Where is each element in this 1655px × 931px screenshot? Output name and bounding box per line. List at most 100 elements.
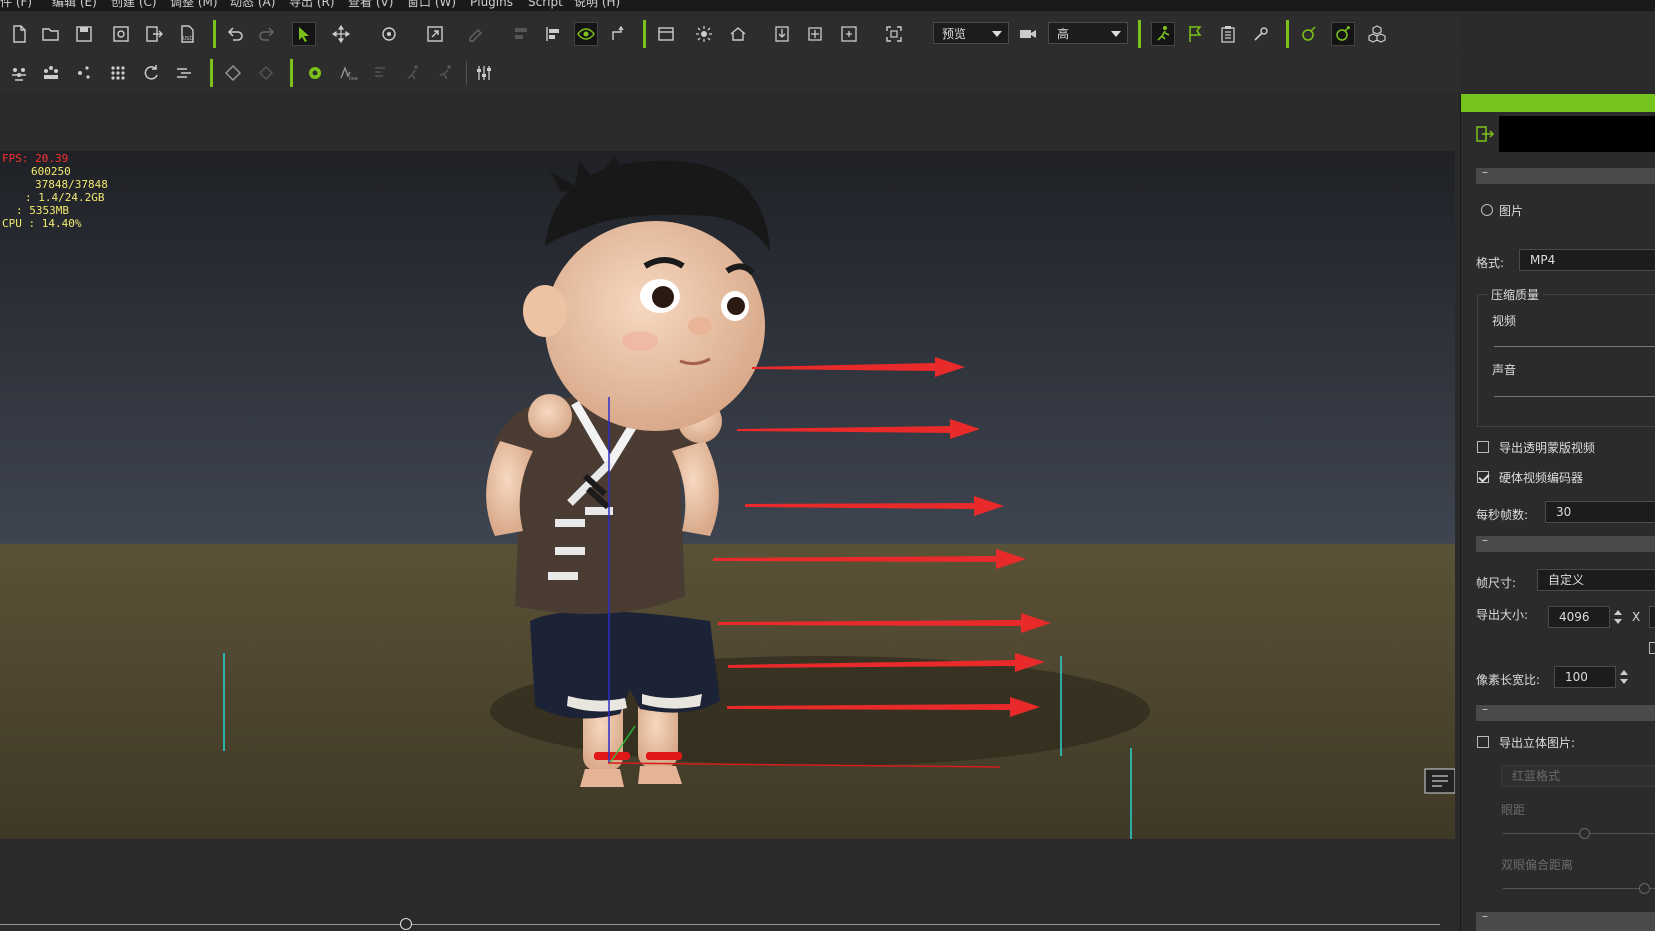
panel-header-bar: [1461, 94, 1655, 112]
new-file-icon[interactable]: [8, 23, 30, 45]
rotate-tool-icon[interactable]: [378, 23, 400, 45]
chevron-down-icon: [1111, 31, 1121, 37]
pixel-ratio-spinner[interactable]: [1619, 666, 1629, 688]
scatter-points-icon[interactable]: [73, 62, 95, 84]
pixel-ratio-input[interactable]: 100: [1554, 666, 1616, 688]
quality-dropdown[interactable]: 高: [1048, 22, 1128, 44]
visibility-eye-icon[interactable]: [574, 22, 598, 46]
pick-tool-icon[interactable]: [1250, 23, 1272, 45]
home-icon[interactable]: [727, 23, 749, 45]
walk-disabled-icon[interactable]: [403, 62, 425, 84]
menu-script[interactable]: Script: [528, 0, 563, 9]
grid-array-icon[interactable]: [107, 62, 129, 84]
3d-viewport[interactable]: [0, 151, 1455, 839]
import-icon[interactable]: [143, 23, 165, 45]
menu-view[interactable]: 查看 (V): [348, 0, 393, 9]
menu-export[interactable]: 导出 (R): [289, 0, 335, 9]
usd-export-icon[interactable]: USD: [176, 23, 198, 45]
export-alpha-checkbox[interactable]: [1477, 441, 1489, 453]
frame-size-dropdown[interactable]: 自定义: [1537, 569, 1655, 591]
comment-icon[interactable]: [1424, 768, 1455, 794]
eye-offset-slider[interactable]: [1503, 888, 1655, 889]
menu-window[interactable]: 窗口 (W): [407, 0, 456, 9]
image-radio-label: 图片: [1499, 204, 1524, 218]
format-value: MP4: [1530, 253, 1556, 267]
pivot-icon[interactable]: [608, 23, 630, 45]
section-collapse-bar[interactable]: –: [1476, 533, 1655, 552]
chevron-down-icon: [992, 31, 1002, 37]
menu-help[interactable]: 说明 (H): [574, 0, 620, 9]
fit-view-icon[interactable]: [883, 23, 905, 45]
flag-icon[interactable]: [1184, 23, 1206, 45]
toolbar-separator: [466, 61, 467, 85]
align-icon[interactable]: [542, 23, 564, 45]
section-collapse-bar[interactable]: –: [1476, 702, 1655, 721]
timeline-handle[interactable]: [400, 918, 412, 930]
frame-object-icon[interactable]: [838, 23, 860, 45]
image-radio[interactable]: [1481, 204, 1493, 216]
align-disabled-icon[interactable]: [510, 23, 532, 45]
project-settings-icon[interactable]: [110, 23, 132, 45]
group-people-icon[interactable]: [40, 62, 62, 84]
width-spinner[interactable]: [1613, 606, 1623, 628]
audio-quality-slider[interactable]: [1494, 396, 1655, 397]
redo-icon[interactable]: [256, 23, 278, 45]
menu-animation[interactable]: 动态 (A): [230, 0, 275, 9]
keyframe-disabled-icon[interactable]: [255, 62, 277, 84]
motion-disabled-icon[interactable]: [370, 62, 392, 84]
menu-modify[interactable]: 调整 (M): [170, 0, 218, 9]
arrow: [737, 419, 980, 439]
cubes-icon[interactable]: [1366, 23, 1388, 45]
export-width-input[interactable]: 4096: [1548, 606, 1610, 628]
menu-create[interactable]: 创建 (C): [111, 0, 157, 9]
scale-tool-icon[interactable]: [424, 23, 446, 45]
path-icon[interactable]: [173, 62, 195, 84]
eye-offset-handle[interactable]: [1639, 883, 1650, 894]
format-dropdown[interactable]: MP4: [1519, 249, 1655, 271]
toolbar-separator: [1286, 20, 1289, 48]
fps-readout: FPS: 20.39: [2, 152, 69, 165]
menu-file[interactable]: 件 (F): [0, 0, 32, 9]
export-icon[interactable]: [1475, 124, 1495, 144]
save-icon[interactable]: [73, 23, 95, 45]
fps-input[interactable]: 30: [1545, 501, 1655, 523]
main-toolbar: USD 预览 高: [0, 16, 1460, 52]
stereo-checkbox[interactable]: [1477, 736, 1489, 748]
crowd-icon[interactable]: [8, 62, 30, 84]
section-collapse-bar[interactable]: –: [1476, 165, 1655, 184]
viewport-layout-icon[interactable]: [655, 23, 677, 45]
size-x-label: X: [1632, 610, 1641, 624]
hw-encoder-checkbox[interactable]: [1477, 471, 1489, 483]
format-label: 格式:: [1476, 256, 1505, 270]
light-icon[interactable]: [693, 23, 715, 45]
move-tool-icon[interactable]: [330, 23, 352, 45]
refresh-icon[interactable]: [140, 62, 162, 84]
run-disabled-icon[interactable]: [436, 62, 458, 84]
section-collapse-bar[interactable]: –: [1476, 909, 1655, 931]
pixel-ratio-label: 像素长宽比:: [1476, 673, 1541, 687]
undo-icon[interactable]: [224, 23, 246, 45]
menu-edit[interactable]: 编辑 (E): [52, 0, 97, 9]
timeline-track[interactable]: [0, 924, 1440, 925]
drop-to-floor-icon[interactable]: [771, 23, 793, 45]
video-quality-slider[interactable]: [1494, 346, 1655, 347]
soft-cloth-icon[interactable]: [1331, 22, 1355, 46]
record-icon[interactable]: [304, 62, 326, 84]
eye-distance-handle[interactable]: [1579, 828, 1590, 839]
snap-icon[interactable]: [804, 23, 826, 45]
character-animation-icon[interactable]: [1151, 22, 1175, 46]
camera-icon[interactable]: [1017, 23, 1039, 45]
clipboard-icon[interactable]: [1217, 23, 1239, 45]
select-tool-icon[interactable]: [292, 22, 316, 46]
paint-tool-icon[interactable]: [465, 23, 487, 45]
stereo-format-dropdown[interactable]: 红蓝格式: [1501, 765, 1655, 787]
preview-mode-dropdown[interactable]: 预览: [933, 22, 1009, 44]
physics-icon[interactable]: [1298, 23, 1320, 45]
open-folder-icon[interactable]: [40, 23, 62, 45]
export-height-input[interactable]: [1649, 606, 1655, 628]
menu-plugins[interactable]: Plugins: [470, 0, 513, 9]
mixer-sliders-icon[interactable]: [473, 62, 495, 84]
live-motion-icon[interactable]: live: [337, 62, 359, 84]
lock-ratio-checkbox[interactable]: [1649, 642, 1655, 654]
keyframe-icon[interactable]: [222, 62, 244, 84]
